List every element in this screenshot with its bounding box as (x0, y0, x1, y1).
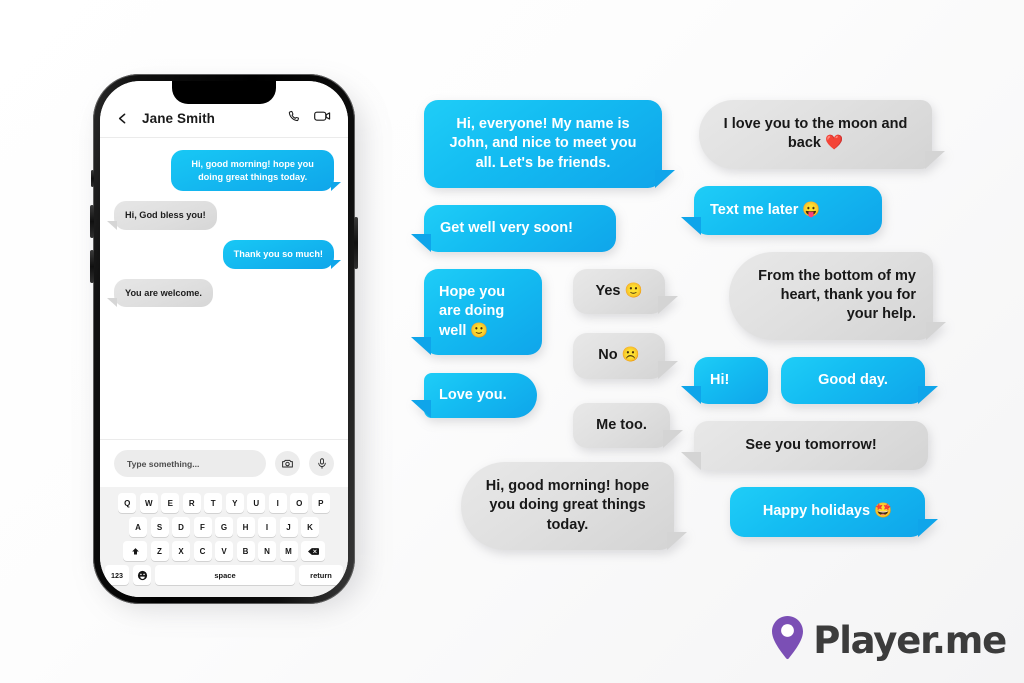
emoji-icon[interactable] (133, 565, 151, 585)
key-i2[interactable]: I (258, 517, 276, 537)
header-actions (287, 109, 332, 128)
key-u[interactable]: U (247, 493, 266, 513)
microphone-icon[interactable] (309, 451, 334, 476)
key-z[interactable]: Z (150, 541, 169, 561)
backspace-icon[interactable] (301, 541, 325, 561)
phone-message-row: You are welcome. (107, 278, 334, 308)
chat-bubble[interactable]: No ☹️ (573, 333, 678, 379)
shift-icon[interactable] (123, 541, 147, 561)
space-key[interactable]: space (155, 565, 295, 585)
key-w[interactable]: W (139, 493, 158, 513)
key-h[interactable]: H (236, 517, 255, 537)
volume-up-button[interactable] (90, 205, 94, 238)
keyboard-row-4: 123 space return (105, 565, 343, 585)
key-r[interactable]: R (182, 493, 201, 513)
on-screen-keyboard: Q W E R T Y U I O P A S D F G H I J K Z … (100, 487, 348, 597)
message-input-field[interactable]: Type something... (114, 450, 266, 477)
key-k[interactable]: K (301, 517, 319, 537)
chat-bubble[interactable]: Yes 🙂 (573, 269, 678, 315)
camera-icon[interactable] (275, 451, 300, 476)
chat-bubble[interactable]: Text me later 😛 (681, 185, 882, 236)
contact-name: Jane Smith (142, 110, 216, 126)
chat-bubble[interactable]: Get well very soon! (411, 204, 616, 253)
keyboard-row-1: Q W E R T Y U I O P (105, 493, 343, 513)
key-j[interactable]: J (279, 517, 298, 537)
phone-message-row: Hi, good morning! hope you doing great t… (114, 150, 341, 192)
chat-bubble[interactable]: Hi, everyone! My name is John, and nice … (424, 100, 675, 188)
mute-switch-button[interactable] (91, 170, 94, 187)
key-c[interactable]: C (193, 541, 212, 561)
key-d[interactable]: D (172, 517, 190, 537)
chevron-left-icon[interactable] (114, 110, 131, 127)
key-f[interactable]: F (193, 517, 212, 537)
key-t[interactable]: T (204, 493, 223, 513)
key-x[interactable]: X (172, 541, 190, 561)
keyboard-row-2: A S D F G H I J K (105, 517, 343, 537)
phone-body: Jane Smith Hi, good morning! hope you do… (90, 74, 358, 604)
phone-bubble-incoming[interactable]: You are welcome. (107, 278, 213, 308)
key-g[interactable]: G (215, 517, 233, 537)
message-input-bar: Type something... (100, 439, 348, 487)
key-e[interactable]: E (161, 493, 180, 513)
logo-wordmark: Player.me (813, 618, 1007, 662)
chat-bubble[interactable]: Me too. (573, 402, 683, 449)
key-n[interactable]: N (258, 541, 276, 561)
return-key[interactable]: return (299, 565, 343, 585)
key-i[interactable]: I (268, 493, 287, 513)
volume-down-button[interactable] (90, 250, 94, 283)
phone-message-row: Thank you so much! (114, 240, 342, 269)
chat-bubble[interactable]: Hi! (681, 356, 768, 405)
phone-bubble-incoming[interactable]: Hi, God bless you! (107, 201, 217, 231)
key-o[interactable]: O (290, 493, 309, 513)
keyboard-row-3: Z X C V B N M (105, 541, 343, 561)
phone-notch (172, 81, 276, 104)
key-m[interactable]: M (279, 541, 298, 561)
numbers-key[interactable]: 123 (105, 565, 129, 585)
chat-bubble[interactable]: See you tomorrow! (681, 420, 928, 471)
phone-icon[interactable] (287, 109, 301, 128)
phone-bubble-outgoing[interactable]: Hi, good morning! hope you doing great t… (171, 150, 341, 192)
chat-bubble[interactable]: Happy holidays 🤩 (730, 487, 938, 537)
power-button[interactable] (354, 217, 358, 269)
key-y[interactable]: Y (225, 493, 244, 513)
phone-message-row: Hi, God bless you! (107, 201, 334, 231)
key-a[interactable]: A (129, 517, 147, 537)
phone-bubble-outgoing[interactable]: Thank you so much! (222, 240, 342, 269)
message-input-placeholder: Type something... (127, 458, 200, 469)
phone-screen: Jane Smith Hi, good morning! hope you do… (100, 81, 348, 597)
key-b[interactable]: B (236, 541, 255, 561)
middle-bubble-column: Hi, everyone! My name is John, and nice … (411, 100, 687, 567)
chat-bubble[interactable]: I love you to the moon and back ❤️ (699, 100, 945, 169)
key-q[interactable]: Q (118, 493, 137, 513)
player-me-logo: Player.me (771, 615, 1007, 665)
phone-message-list: Hi, good morning! hope you doing great t… (100, 138, 348, 439)
key-p[interactable]: P (311, 493, 330, 513)
chat-bubble[interactable]: Hi, good morning! hope you doing great t… (461, 461, 687, 550)
key-s[interactable]: S (150, 517, 169, 537)
location-pin-icon (771, 615, 804, 665)
chat-bubble[interactable]: Love you. (411, 372, 537, 419)
right-bubble-column: I love you to the moon and back ❤️ Text … (681, 100, 946, 554)
chat-bubble[interactable]: Good day. (781, 356, 938, 405)
phone-mockup: Jane Smith Hi, good morning! hope you do… (90, 74, 365, 608)
chat-bubble[interactable]: From the bottom of my heart, thank you f… (729, 251, 946, 340)
video-camera-icon[interactable] (314, 109, 332, 128)
key-v[interactable]: V (215, 541, 233, 561)
chat-bubble[interactable]: Hope you are doing well 🙂 (411, 269, 542, 355)
